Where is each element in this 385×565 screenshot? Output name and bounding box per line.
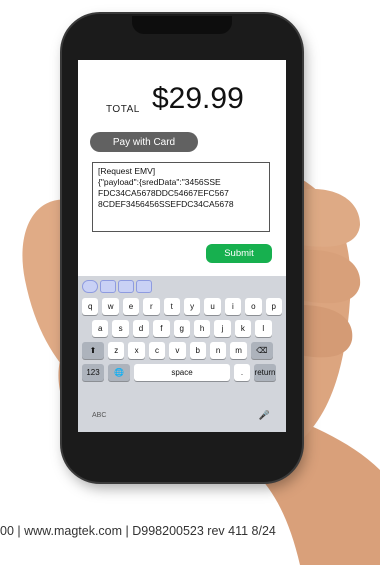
key-v[interactable]: v xyxy=(169,342,186,359)
key-c[interactable]: c xyxy=(148,342,166,359)
request-line: [Request EMV] xyxy=(98,166,156,176)
phone-screen: TOTAL $29.99 Pay with Card [Request EMV]… xyxy=(78,60,286,432)
abc-label: ABC xyxy=(92,412,107,419)
keyboard-bottom-bar: ABC 🎤 xyxy=(88,408,276,424)
key-k[interactable]: k xyxy=(234,320,252,337)
globe-icon[interactable]: 🌐 xyxy=(108,364,130,381)
total-row: TOTAL $29.99 xyxy=(78,82,286,122)
submit-button[interactable]: Submit xyxy=(206,244,272,263)
emoji-icon[interactable] xyxy=(82,279,98,293)
key-j[interactable]: j xyxy=(214,320,231,337)
space-key[interactable]: space xyxy=(134,364,230,381)
request-line: {"payload":{sredData":"3456SSE xyxy=(98,177,221,187)
key-a[interactable]: a xyxy=(92,320,109,337)
key-p[interactable]: p xyxy=(265,298,282,315)
key-t[interactable]: t xyxy=(163,298,180,315)
keyboard-row-4: 123 🌐 space . return xyxy=(82,364,276,381)
request-line: FDC34CA5678DDC54667EFC567 xyxy=(98,188,229,198)
gift-icon[interactable] xyxy=(118,279,134,293)
sticker-icon[interactable] xyxy=(136,279,152,293)
total-label: TOTAL xyxy=(106,104,140,115)
request-emv-textarea[interactable]: [Request EMV] {"payload":{sredData":"345… xyxy=(92,162,270,232)
total-amount: $29.99 xyxy=(152,82,244,115)
keyboard: qwertyuiop asdfghjkl ⬆ zxcvbnm ⌫ 123 🌐 s… xyxy=(78,276,286,432)
period-key[interactable]: . xyxy=(234,364,250,381)
key-o[interactable]: o xyxy=(245,298,262,315)
key-n[interactable]: n xyxy=(209,342,227,359)
key-x[interactable]: x xyxy=(128,342,145,359)
shift-key[interactable]: ⬆ xyxy=(82,342,104,359)
key-e[interactable]: e xyxy=(122,298,140,315)
key-b[interactable]: b xyxy=(189,342,206,359)
key-y[interactable]: y xyxy=(183,298,201,315)
keyboard-row-2: asdfghjkl xyxy=(92,320,272,337)
hand-finger-2 xyxy=(300,249,361,304)
key-d[interactable]: d xyxy=(132,320,150,337)
keyboard-row-1: qwertyuiop xyxy=(82,298,282,315)
key-m[interactable]: m xyxy=(230,342,247,359)
key-z[interactable]: z xyxy=(108,342,125,359)
key-w[interactable]: w xyxy=(102,298,119,315)
key-i[interactable]: i xyxy=(224,298,242,315)
key-g[interactable]: g xyxy=(173,320,190,337)
mic-icon[interactable]: 🎤 xyxy=(259,410,270,421)
footer-text: 00 | www.magtek.com | D998200523 rev 411… xyxy=(0,524,276,538)
key-u[interactable]: u xyxy=(204,298,221,315)
request-line: 8CDEF3456456SSEFDC34CA5678 xyxy=(98,199,234,209)
phone-notch xyxy=(132,16,232,34)
key-s[interactable]: s xyxy=(112,320,129,337)
keyboard-row-3: ⬆ zxcvbnm ⌫ xyxy=(82,342,273,359)
delete-key[interactable]: ⌫ xyxy=(250,342,273,359)
key-r[interactable]: r xyxy=(143,298,160,315)
key-l[interactable]: l xyxy=(255,320,272,337)
keyboard-suggestion-bar xyxy=(82,278,152,294)
hand-finger-1 xyxy=(300,189,360,247)
key-q[interactable]: q xyxy=(82,298,99,315)
key-h[interactable]: h xyxy=(193,320,211,337)
key-f[interactable]: f xyxy=(153,320,170,337)
numbers-key[interactable]: 123 xyxy=(82,364,104,381)
pay-with-card-button[interactable]: Pay with Card xyxy=(90,132,198,152)
return-key[interactable]: return xyxy=(254,364,276,381)
card-icon[interactable] xyxy=(100,279,116,293)
